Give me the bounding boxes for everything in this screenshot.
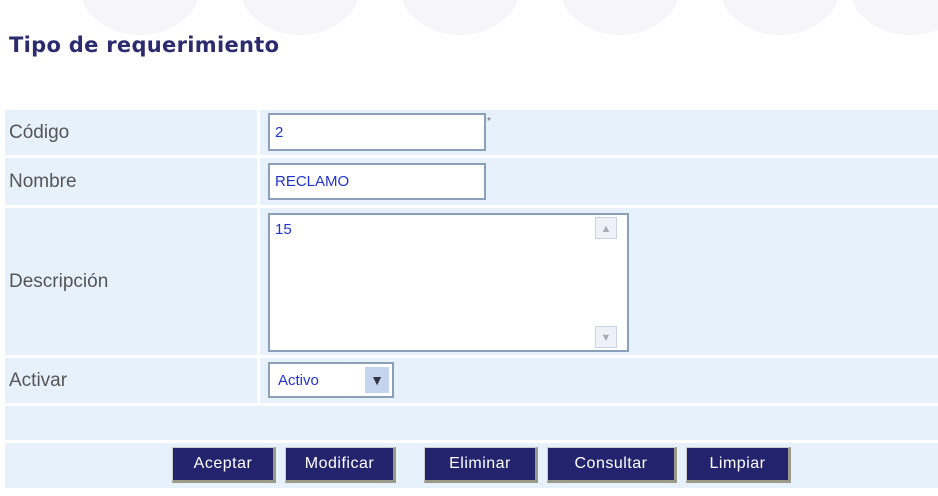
codigo-label: Código [5, 110, 257, 155]
aceptar-button[interactable]: Aceptar [172, 447, 276, 483]
row-activar: Activar Activo ▼ [5, 358, 938, 403]
decor [720, 0, 840, 35]
decor [80, 0, 200, 35]
decor [850, 0, 938, 35]
eliminar-button[interactable]: Eliminar [424, 447, 538, 483]
activar-select[interactable]: Activo ▼ [268, 362, 394, 398]
nombre-label: Nombre [5, 158, 257, 205]
row-codigo: Código * [5, 110, 938, 155]
consultar-button[interactable]: Consultar [547, 447, 677, 483]
scrollbar[interactable]: ▲ ▼ [595, 217, 617, 348]
modificar-button[interactable]: Modificar [285, 447, 396, 483]
limpiar-button[interactable]: Limpiar [686, 447, 791, 483]
activar-label: Activar [5, 358, 257, 403]
nombre-input[interactable] [268, 163, 486, 200]
descripcion-textarea[interactable]: 15 [268, 213, 629, 352]
row-nombre: Nombre [5, 158, 938, 205]
row-descripcion: Descripción 15 ▲ ▼ [5, 208, 938, 355]
decor [400, 0, 520, 35]
descripcion-label: Descripción [5, 208, 257, 355]
chevron-down-icon[interactable]: ▼ [365, 367, 389, 393]
scroll-down-icon[interactable]: ▼ [595, 326, 617, 348]
required-mark: * [487, 116, 491, 127]
decor [240, 0, 360, 35]
button-bar: Aceptar Modificar Eliminar Consultar Lim… [5, 443, 938, 488]
scroll-up-icon[interactable]: ▲ [595, 217, 617, 239]
spacer-row [5, 406, 938, 440]
page-title: Tipo de requerimiento [9, 33, 280, 57]
decor [560, 0, 680, 35]
codigo-input[interactable] [268, 113, 486, 151]
activar-value: Activo [278, 372, 319, 389]
